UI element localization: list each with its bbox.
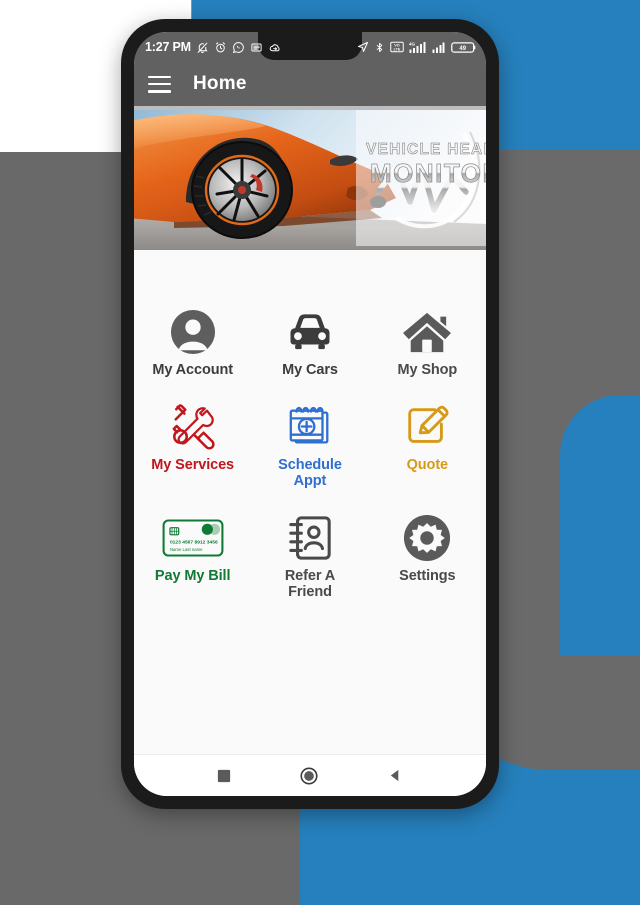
- phone-device-frame: 1:27 PM VO LTE 4G 49 Home VEHICLE HEA MO…: [121, 19, 499, 809]
- credit-card-icon: 0123 4567 8912 3456 Name Last name: [162, 514, 224, 562]
- svg-text:LTE: LTE: [394, 48, 401, 52]
- banner-title-line1: VEHICLE HEALTH: [366, 141, 486, 158]
- tile-label: My Account: [152, 362, 233, 378]
- tile-my-account[interactable]: My Account: [134, 308, 251, 379]
- hamburger-menu-icon[interactable]: [148, 75, 171, 93]
- background-blue-cutout: [560, 395, 640, 655]
- home-button[interactable]: [300, 766, 319, 785]
- notifications-muted-icon: [197, 42, 208, 53]
- tile-label: Settings: [399, 567, 456, 584]
- signal-4g-icon: 4G: [409, 41, 426, 53]
- grid-row-1: My Account My Cars My Shop: [134, 308, 486, 379]
- credit-card-holder: Name Last name: [170, 547, 203, 552]
- tile-my-shop[interactable]: My Shop: [369, 308, 486, 379]
- cloud-sync-icon: [269, 43, 280, 51]
- back-button[interactable]: [388, 768, 403, 783]
- banner-artwork: VEHICLE HEALTH MONITOR: [134, 106, 486, 250]
- location-arrow-icon: [358, 42, 368, 52]
- wrench-screwdriver-icon: [168, 403, 218, 451]
- pencil-edit-square-icon: [403, 403, 451, 451]
- volte-hd-icon: VO LTE: [390, 41, 404, 53]
- status-bar: 1:27 PM VO LTE 4G 49: [134, 32, 486, 62]
- status-bar-left-group: 1:27 PM: [145, 40, 282, 54]
- phone-screen: 1:27 PM VO LTE 4G 49 Home VEHICLE HEA MO…: [134, 32, 486, 796]
- tile-label: Quote: [406, 456, 449, 473]
- screenshot-canvas: 1:27 PM VO LTE 4G 49 Home VEHICLE HEA MO…: [0, 0, 640, 905]
- battery-icon: 49: [451, 41, 476, 53]
- credit-card-number: 0123 4567 8912 3456: [170, 539, 218, 545]
- page-title: Home: [193, 73, 247, 94]
- home-icon-grid: My Account My Cars My Shop My Services S…: [134, 250, 486, 754]
- tile-schedule-appt[interactable]: Schedule Appt: [251, 403, 368, 490]
- status-bar-right-group: VO LTE 4G 49: [357, 41, 477, 54]
- status-bar-clock: 1:27 PM: [145, 40, 191, 54]
- tile-label: Refer A Friend: [284, 567, 336, 601]
- tile-settings[interactable]: Settings: [369, 514, 486, 585]
- tile-label: Schedule Appt: [278, 456, 342, 490]
- bluetooth-icon: [376, 42, 383, 52]
- tile-label: My Cars: [282, 362, 338, 378]
- grid-row-2: My Services Schedule Appt Quote: [134, 403, 486, 490]
- svg-text:4G: 4G: [409, 41, 416, 46]
- tile-my-services[interactable]: My Services: [134, 403, 251, 474]
- tile-refer-a-friend[interactable]: Refer A Friend: [251, 514, 368, 601]
- contact-book-icon: [287, 514, 333, 562]
- battery-level-text: 49: [459, 46, 466, 52]
- car-front-icon: [284, 308, 336, 356]
- recents-button[interactable]: [217, 769, 231, 783]
- grid-row-3: 0123 4567 8912 3456 Name Last name Pay M…: [134, 514, 486, 601]
- svg-text:VO: VO: [394, 44, 400, 48]
- tile-quote[interactable]: Quote: [369, 403, 486, 474]
- alarm-clock-icon: [215, 41, 225, 52]
- tile-label: Pay My Bill: [154, 567, 231, 584]
- whatsapp-icon: [232, 41, 244, 53]
- vehicle-health-monitor-banner[interactable]: VEHICLE HEALTH MONITOR: [134, 106, 486, 250]
- app-bar: Home: [134, 62, 486, 106]
- tile-my-cars[interactable]: My Cars: [251, 308, 368, 379]
- android-navigation-bar: [134, 754, 486, 796]
- calendar-add-icon: [286, 403, 334, 451]
- signal-bars-icon: [432, 42, 445, 53]
- account-avatar-icon: [170, 308, 216, 356]
- home-shop-icon: [402, 308, 452, 356]
- news-article-icon: [251, 42, 262, 52]
- tile-label: My Shop: [397, 362, 458, 378]
- tile-pay-my-bill[interactable]: 0123 4567 8912 3456 Name Last name Pay M…: [134, 514, 251, 585]
- banner-title-line2: MONITOR: [370, 158, 486, 188]
- tile-label: My Services: [151, 456, 235, 473]
- gear-icon: [403, 514, 451, 562]
